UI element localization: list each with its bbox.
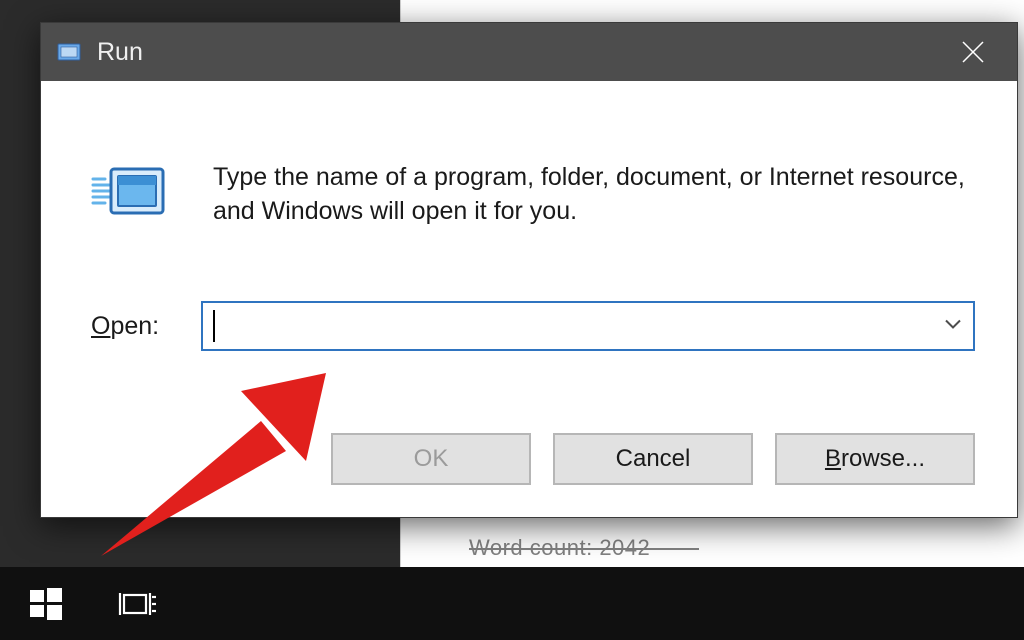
annotation-arrow-icon: [91, 361, 351, 571]
close-icon: [960, 39, 986, 65]
open-input[interactable]: [201, 301, 975, 351]
dialog-title: Run: [97, 38, 143, 67]
dialog-body: Type the name of a program, folder, docu…: [41, 81, 1017, 519]
text-cursor: [213, 310, 215, 342]
run-dialog: Run Type the name of: [40, 22, 1018, 518]
open-label: Open:: [91, 312, 159, 341]
open-combobox[interactable]: [201, 301, 975, 351]
desktop: Word count: 2042 Run: [0, 0, 1024, 640]
open-row: Open:: [91, 301, 975, 351]
task-view-icon: [118, 587, 158, 621]
button-row: OK Cancel Browse...: [331, 433, 975, 485]
run-body-icon: [91, 163, 169, 225]
cancel-button[interactable]: Cancel: [553, 433, 753, 485]
run-titlebar-icon: [55, 41, 83, 63]
close-button[interactable]: [929, 23, 1017, 81]
titlebar[interactable]: Run: [41, 23, 1017, 81]
taskbar: [0, 567, 1024, 640]
ok-button[interactable]: OK: [331, 433, 531, 485]
dialog-description: Type the name of a program, folder, docu…: [213, 161, 983, 229]
start-button[interactable]: [0, 567, 92, 640]
background-strike: [469, 548, 699, 550]
browse-button[interactable]: Browse...: [775, 433, 975, 485]
task-view-button[interactable]: [92, 567, 184, 640]
windows-logo-icon: [29, 587, 63, 621]
